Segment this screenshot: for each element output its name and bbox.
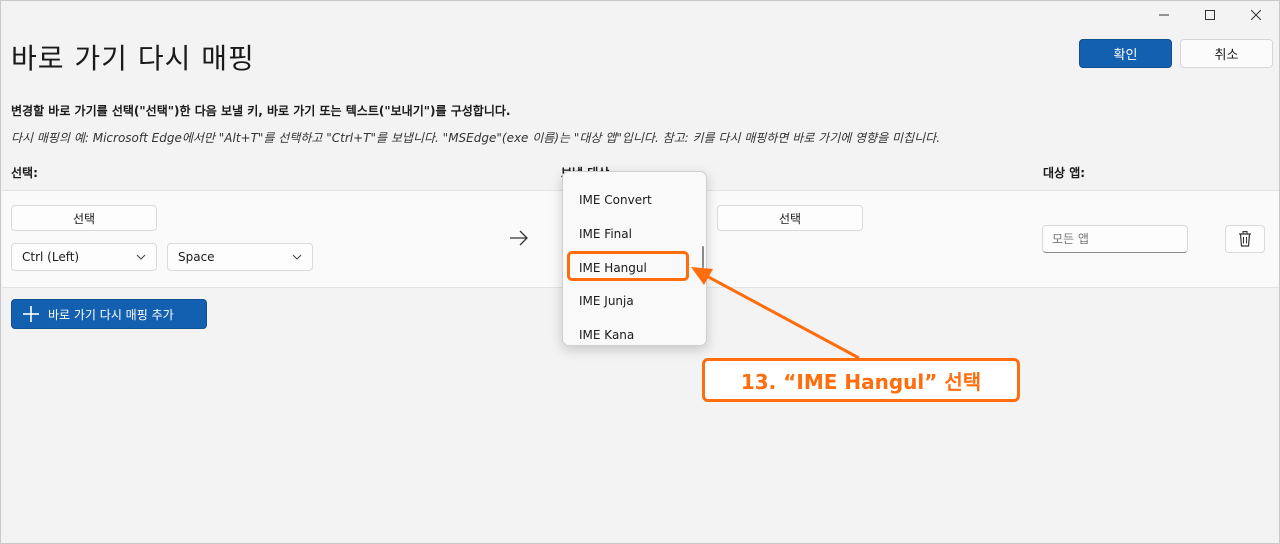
- annotation-callout: 13. “IME Hangul” 선택: [702, 358, 1020, 402]
- annotation-arrow: [691, 267, 860, 360]
- remap-shortcuts-window: 바로 가기 다시 매핑 확인 취소 변경할 바로 가기를 선택("선택")한 다…: [0, 0, 1280, 544]
